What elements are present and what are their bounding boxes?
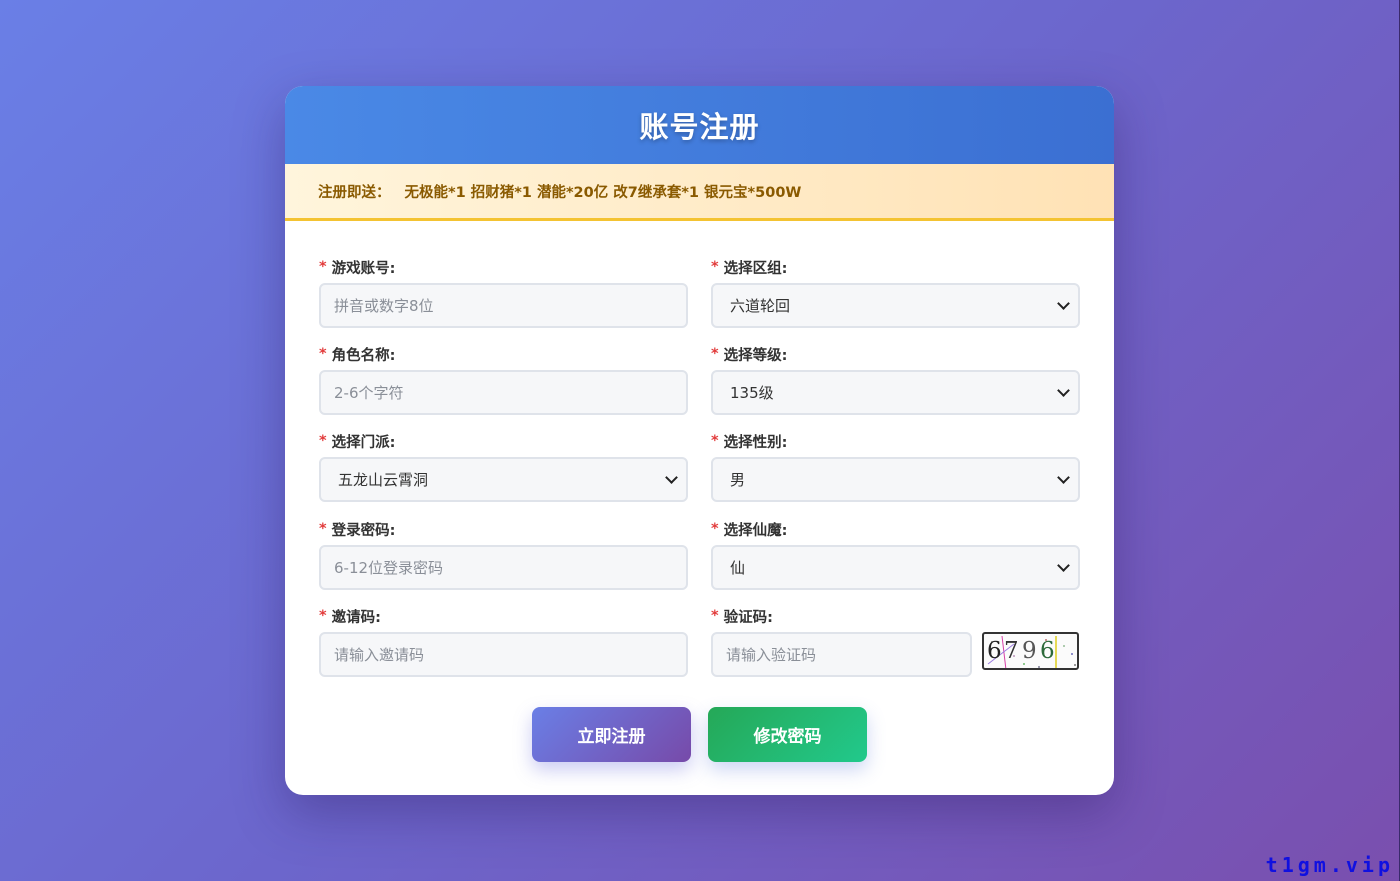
role-name-input[interactable]: 2-6个字符: [319, 370, 688, 415]
chevron-down-icon: [1057, 296, 1070, 310]
chevron-down-icon: [1057, 383, 1070, 397]
password-input[interactable]: 6-12位登录密码: [319, 545, 688, 590]
required-mark: *: [711, 521, 719, 537]
required-mark: *: [711, 608, 719, 624]
field-invite: * 邀请码: 请输入邀请码: [319, 606, 688, 677]
captcha-image[interactable]: 6 7 9 6: [982, 632, 1079, 670]
zone-value: 六道轮回: [730, 297, 791, 315]
level-label: 选择等级:: [723, 347, 788, 364]
required-mark: *: [319, 608, 327, 624]
field-captcha: * 验证码: 请输入验证码 6 7 9 6: [711, 606, 1080, 677]
field-faction: * 选择仙魔: 仙: [711, 519, 1080, 590]
button-row: 立即注册 修改密码: [285, 707, 1114, 762]
zone-label: 选择区组:: [723, 260, 788, 277]
required-mark: *: [711, 259, 719, 275]
zone-select[interactable]: 六道轮回: [711, 283, 1080, 328]
level-value: 135级: [730, 384, 774, 402]
faction-label: 选择仙魔:: [723, 522, 788, 539]
field-role: * 角色名称: 2-6个字符: [319, 344, 688, 415]
required-mark: *: [711, 433, 719, 449]
watermark-text: t1gm.vip: [1265, 853, 1394, 877]
field-level: * 选择等级: 135级: [711, 344, 1080, 415]
change-password-button[interactable]: 修改密码: [708, 707, 867, 762]
sect-select[interactable]: 五龙山云霄洞: [319, 457, 688, 502]
gender-value: 男: [730, 471, 746, 489]
field-password: * 登录密码: 6-12位登录密码: [319, 519, 688, 590]
chevron-down-icon: [1057, 470, 1070, 484]
register-card: 账号注册 注册即送： 无极能*1 招财猪*1 潜能*20亿 改7继承套*1 银元…: [285, 86, 1114, 795]
page-title: 账号注册: [639, 110, 760, 144]
captcha-char: 6: [1040, 638, 1055, 664]
password-label: 登录密码:: [331, 522, 396, 539]
account-input[interactable]: 拼音或数字8位: [319, 283, 688, 328]
required-mark: *: [711, 346, 719, 362]
invite-code-input[interactable]: 请输入邀请码: [319, 632, 688, 677]
promo-label: 注册即送：: [318, 184, 391, 201]
required-mark: *: [319, 521, 327, 537]
field-account: * 游戏账号: 拼音或数字8位: [319, 257, 688, 328]
field-sect: * 选择门派: 五龙山云霄洞: [319, 431, 688, 502]
level-select[interactable]: 135级: [711, 370, 1080, 415]
role-label: 角色名称:: [331, 347, 396, 364]
captcha-char: 7: [1004, 638, 1019, 664]
sect-label: 选择门派:: [331, 434, 396, 451]
required-mark: *: [319, 433, 327, 449]
field-zone: * 选择区组: 六道轮回: [711, 257, 1080, 328]
card-header: 账号注册: [285, 86, 1114, 164]
invite-label: 邀请码:: [331, 609, 381, 626]
captcha-char: 6: [987, 638, 1002, 664]
register-button[interactable]: 立即注册: [532, 707, 691, 762]
chevron-down-icon: [665, 470, 678, 484]
required-mark: *: [319, 346, 327, 362]
gender-select[interactable]: 男: [711, 457, 1080, 502]
captcha-input[interactable]: 请输入验证码: [711, 632, 972, 677]
account-label: 游戏账号:: [331, 260, 396, 277]
faction-select[interactable]: 仙: [711, 545, 1080, 590]
promo-text: 无极能*1 招财猪*1 潜能*20亿 改7继承套*1 银元宝*500W: [404, 184, 802, 201]
gender-label: 选择性别:: [723, 434, 788, 451]
faction-value: 仙: [730, 559, 746, 577]
captcha-char: 9: [1022, 638, 1037, 664]
required-mark: *: [319, 259, 327, 275]
promo-banner: 注册即送： 无极能*1 招财猪*1 潜能*20亿 改7继承套*1 银元宝*500…: [285, 164, 1114, 221]
chevron-down-icon: [1057, 558, 1070, 572]
captcha-label: 验证码:: [723, 609, 773, 626]
sect-value: 五龙山云霄洞: [338, 471, 429, 489]
field-gender: * 选择性别: 男: [711, 431, 1080, 502]
